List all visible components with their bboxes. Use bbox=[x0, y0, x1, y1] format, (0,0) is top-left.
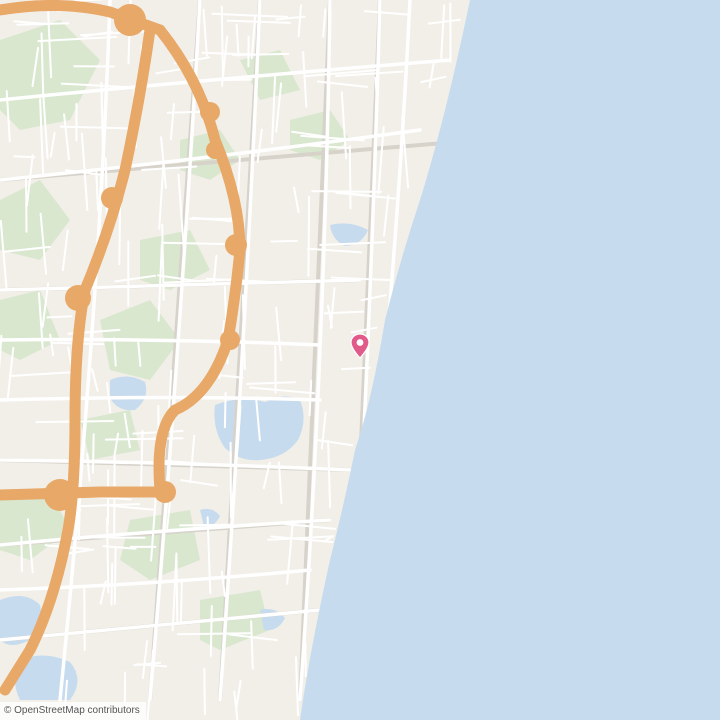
street-segment bbox=[74, 0, 102, 2]
attribution-link[interactable]: OpenStreetMap contributors bbox=[14, 705, 140, 716]
street-segment bbox=[106, 517, 110, 594]
map-view[interactable]: © OpenStreetMap contributors bbox=[0, 0, 720, 720]
street-segment bbox=[270, 239, 298, 243]
copyright-symbol: © bbox=[4, 705, 12, 716]
street-segment bbox=[46, 315, 73, 319]
street-segment bbox=[13, 155, 36, 159]
street-segment bbox=[311, 190, 382, 193]
street-segment bbox=[203, 668, 206, 716]
street-segment bbox=[348, 145, 352, 210]
street-segment bbox=[160, 241, 232, 246]
street-segment bbox=[176, 632, 251, 636]
map-canvas[interactable] bbox=[0, 0, 720, 720]
map-pin-icon bbox=[350, 333, 370, 359]
street-segment bbox=[113, 545, 117, 605]
street-segment bbox=[91, 433, 95, 474]
street-segment bbox=[220, 5, 224, 78]
location-marker[interactable] bbox=[350, 333, 370, 359]
street-segment bbox=[179, 580, 183, 623]
map-attribution: © OpenStreetMap contributors bbox=[0, 702, 146, 720]
street-segment bbox=[209, 605, 213, 657]
street-segment bbox=[307, 195, 311, 277]
